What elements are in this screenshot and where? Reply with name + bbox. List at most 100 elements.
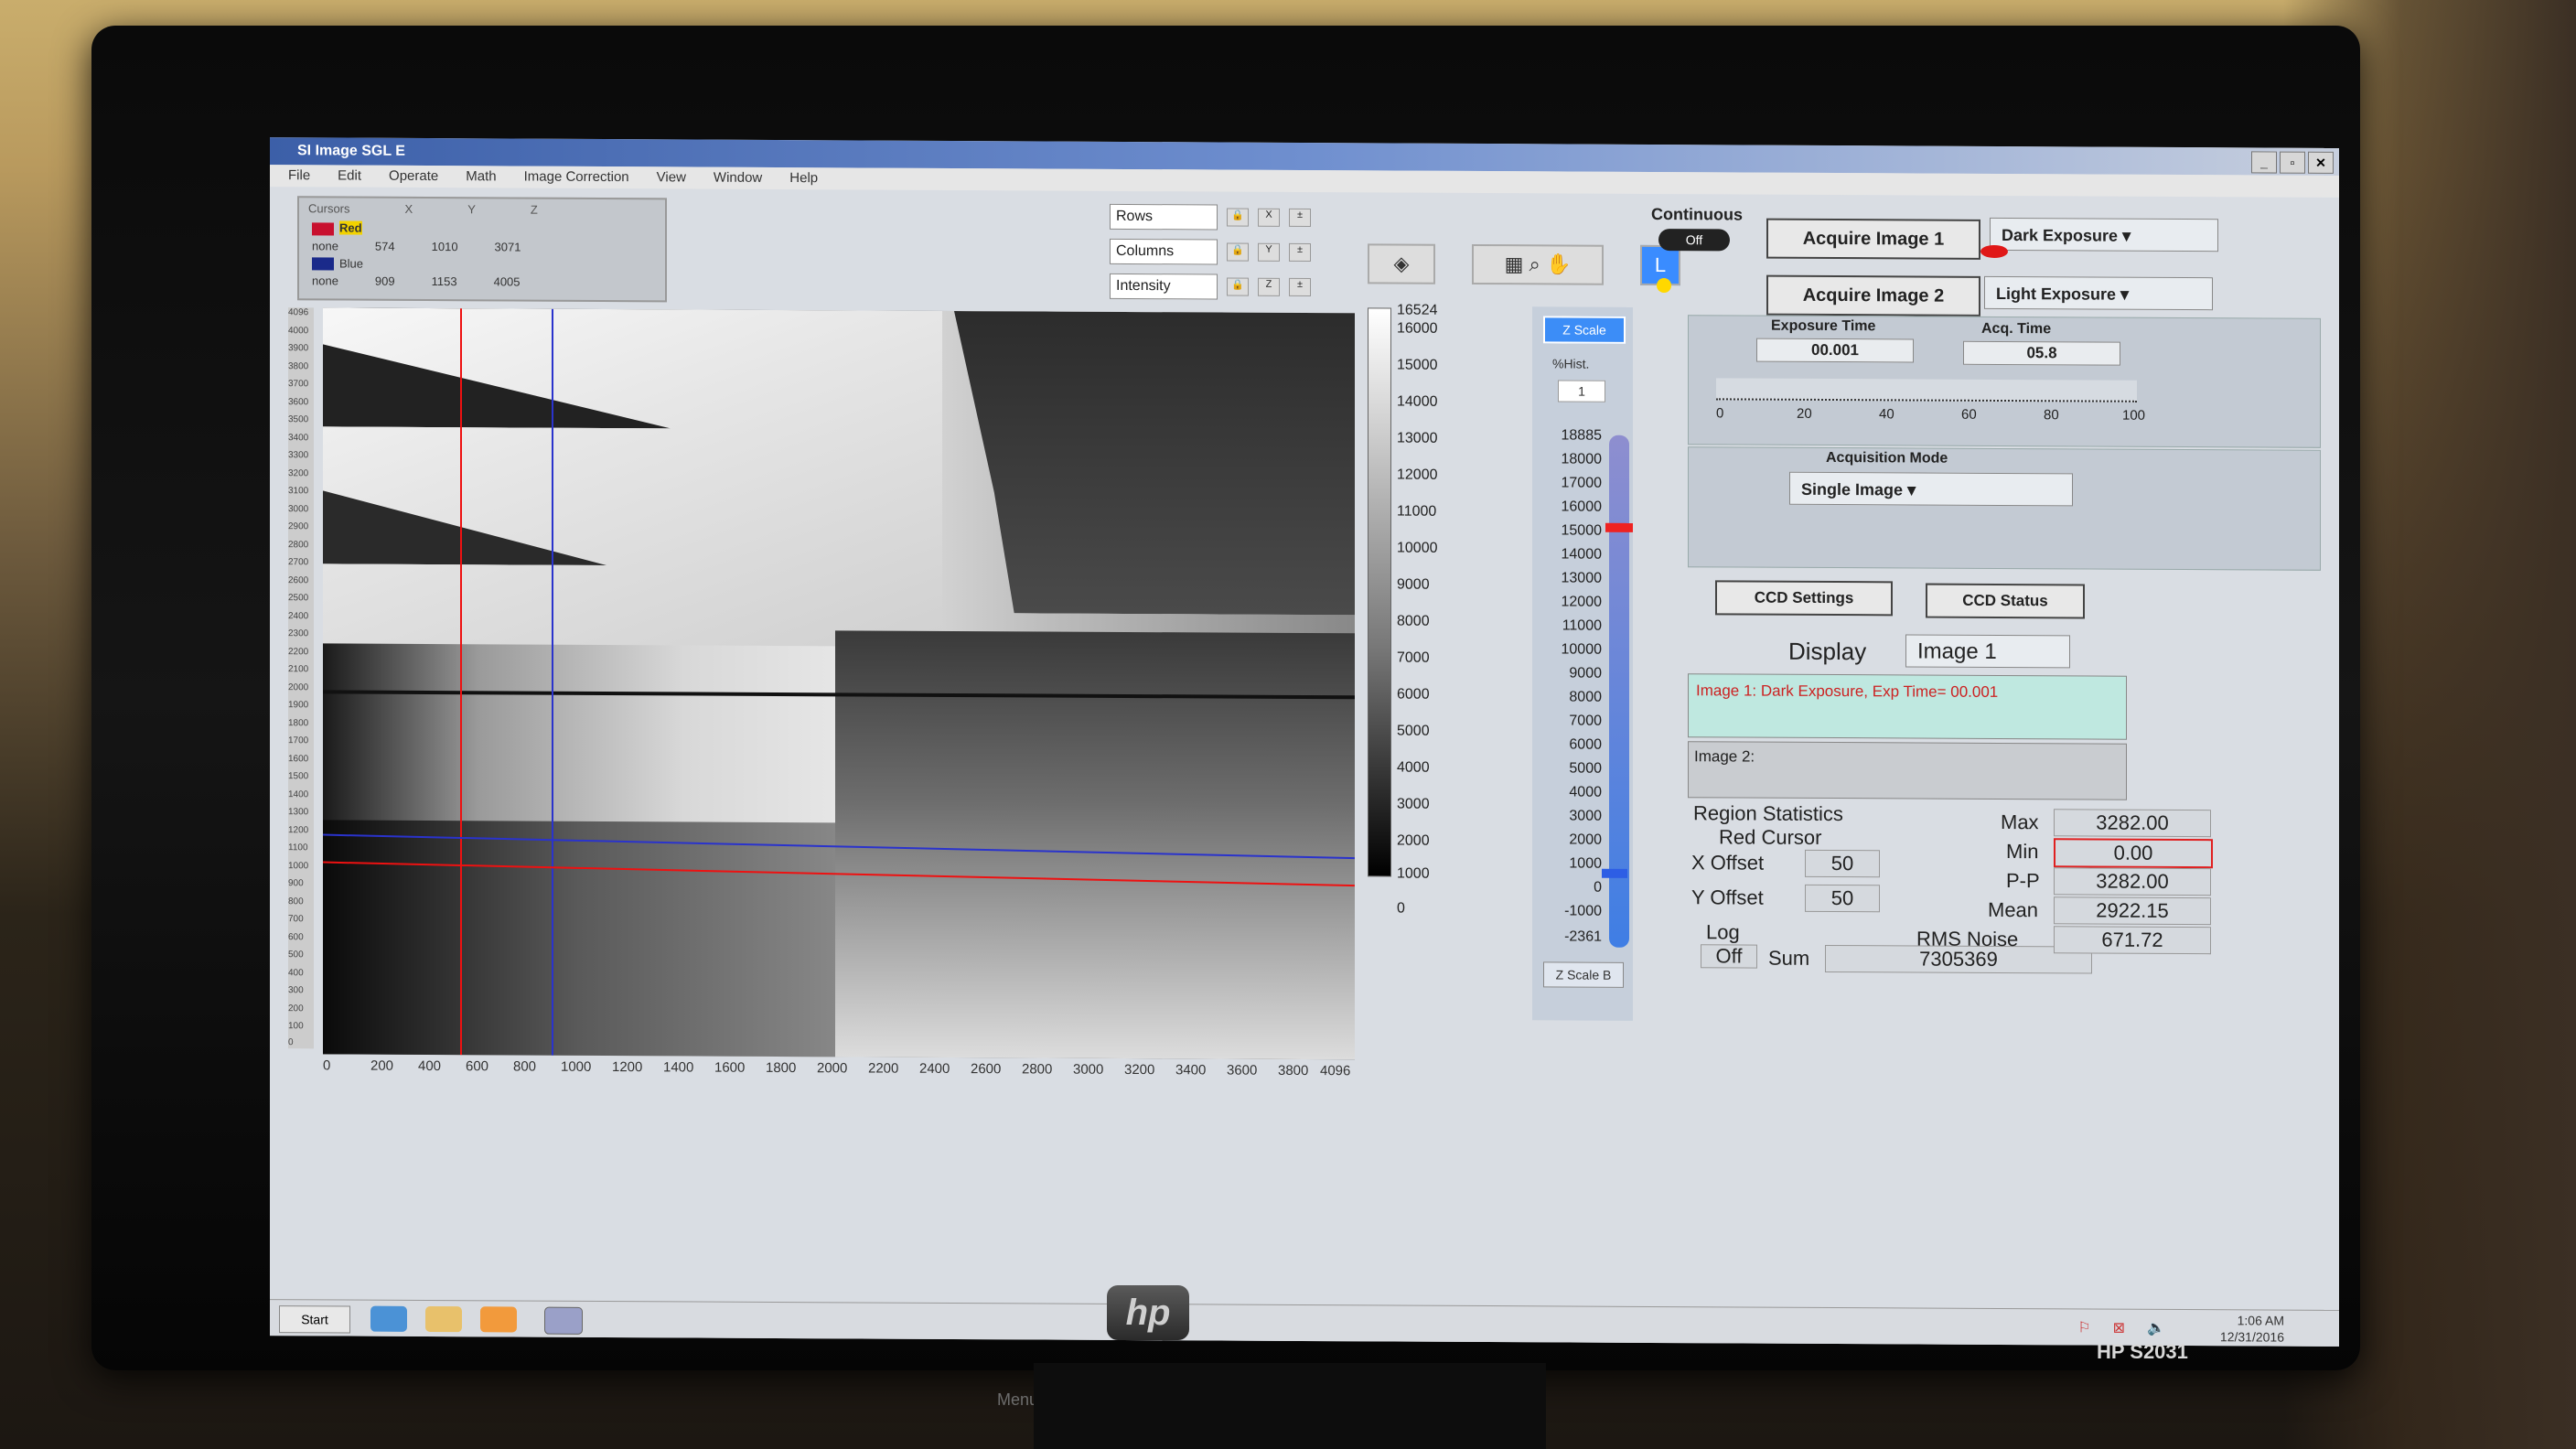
acquire-image-2-button[interactable]: Acquire Image 2	[1766, 274, 1980, 317]
menu-help[interactable]: Help	[789, 167, 818, 189]
menu-hw-button[interactable]: Menu	[997, 1390, 1038, 1410]
columns-line: Columns 🔒 Y ±	[1110, 238, 1329, 265]
cursor-name-red: Red	[339, 220, 362, 235]
gray-tick: 9000	[1397, 576, 1430, 593]
light-exposure-label: Light Exposure	[1996, 284, 2117, 304]
y-tick: 2500	[288, 593, 309, 604]
z-tick: -2361	[1564, 928, 1602, 945]
zscale-min-handle[interactable]	[1602, 868, 1627, 878]
header-x: X	[404, 201, 413, 216]
x-tick: 2000	[817, 1060, 848, 1077]
hist-value[interactable]: 1	[1558, 380, 1605, 402]
exposure-time-field[interactable]: 00.001	[1756, 338, 1914, 363]
cursor-mode-red: none	[312, 238, 338, 253]
hist-label: %Hist.	[1552, 356, 1590, 371]
image-dark-shape	[954, 311, 1355, 615]
cursor-table-header: Cursors X Y Z	[299, 198, 665, 220]
control-panel: Continuous Off Acquire Image 1 Acquire I…	[1642, 198, 2321, 1116]
lock-icon[interactable]: 🔒	[1227, 208, 1249, 227]
ccd-status-button[interactable]: CCD Status	[1926, 583, 2085, 619]
display-select[interactable]: Image 1	[1905, 634, 2070, 669]
menu-view[interactable]: View	[657, 166, 686, 188]
explorer-icon[interactable]	[425, 1305, 462, 1333]
z-tick: 4000	[1569, 784, 1602, 800]
zscale-button[interactable]: Z Scale	[1543, 316, 1626, 344]
columns-field[interactable]: Columns	[1110, 238, 1218, 265]
clock-time: 1:06 AM	[2237, 1313, 2284, 1328]
cursor-name: Red	[312, 220, 362, 236]
x-tick: 1600	[714, 1059, 746, 1076]
graph-tools-icon[interactable]: ▦ ⌕ ✋	[1472, 243, 1604, 285]
z-tick: 9000	[1569, 665, 1602, 682]
cursor-name-blue: Blue	[339, 256, 364, 271]
gray-tick: 3000	[1397, 796, 1430, 812]
tray-security-icon[interactable]: ⊠	[2113, 1319, 2125, 1337]
media-player-icon[interactable]	[480, 1306, 517, 1333]
zoom-icon[interactable]: ±	[1289, 242, 1311, 263]
dark-exposure-dropdown[interactable]: Dark Exposure ▾	[1990, 217, 2218, 252]
minimize-button[interactable]: _	[2251, 151, 2277, 174]
menu-math[interactable]: Math	[466, 166, 496, 188]
menu-window[interactable]: Window	[714, 167, 762, 189]
log-toggle[interactable]: Off	[1701, 944, 1757, 969]
menu-edit[interactable]: Edit	[338, 165, 361, 187]
cursor-row-blue[interactable]: Blue	[299, 254, 665, 274]
lock-icon[interactable]: 🔒	[1227, 277, 1249, 296]
x-tick: 1800	[766, 1059, 797, 1077]
maximize-button[interactable]: ▫	[2280, 151, 2305, 174]
close-button[interactable]: ✕	[2308, 151, 2334, 174]
y-tick: 3600	[288, 397, 309, 408]
progress-tick: 0	[1716, 405, 1724, 422]
cursor-x-red: 574	[374, 239, 395, 253]
dark-exposure-label: Dark Exposure	[2002, 225, 2119, 245]
light-exposure-dropdown[interactable]: Light Exposure ▾	[1984, 275, 2213, 311]
acquire-image-1-button[interactable]: Acquire Image 1	[1766, 218, 1980, 260]
ccd-settings-button[interactable]: CCD Settings	[1715, 580, 1893, 617]
menu-file[interactable]: File	[288, 165, 310, 187]
zoom-icon[interactable]: ±	[1289, 208, 1311, 228]
blue-cursor-vertical[interactable]	[552, 308, 553, 1056]
min-label: Min	[2006, 840, 2039, 864]
y-tick: 0	[288, 1037, 294, 1048]
continuous-label: Continuous	[1651, 204, 1743, 224]
pan-diamond-icon[interactable]: ◈	[1368, 243, 1435, 284]
y-tick: 1600	[288, 754, 309, 765]
tray-volume-icon[interactable]: 🔈	[2147, 1319, 2165, 1337]
z-tick: 7000	[1569, 713, 1602, 729]
si-image-taskbar-icon[interactable]	[544, 1306, 583, 1335]
y-offset-field[interactable]: 50	[1805, 884, 1880, 913]
scale-icon[interactable]: Y	[1258, 242, 1280, 262]
continuous-toggle[interactable]: Off	[1658, 229, 1730, 252]
y-tick: 3400	[288, 433, 309, 444]
menu-operate[interactable]: Operate	[389, 166, 438, 188]
acq-mode-dropdown[interactable]: Single Image ▾	[1789, 471, 2073, 507]
image-y-axis: 4096 4000 3900 3800 3700 3600 3500 3400 …	[288, 307, 314, 1049]
gray-tick: 8000	[1397, 613, 1430, 629]
x-tick: 1400	[663, 1059, 694, 1076]
cursor-row-red[interactable]: Red	[299, 219, 665, 239]
scale-icon[interactable]: X	[1258, 208, 1280, 227]
grayscale-labels: 16524 16000 15000 14000 13000 12000 1100…	[1397, 303, 1470, 917]
clock[interactable]: 1:06 AM 12/31/2016	[2220, 1312, 2284, 1345]
y-tick: 3100	[288, 486, 309, 497]
zscale-b-button[interactable]: Z Scale B	[1543, 961, 1624, 988]
start-button[interactable]: Start	[279, 1305, 350, 1334]
scale-icon[interactable]: Z	[1258, 277, 1280, 296]
tray-network-icon[interactable]: ⚐	[2077, 1318, 2090, 1336]
y-tick: 200	[288, 1004, 304, 1014]
browser-icon[interactable]	[370, 1305, 407, 1332]
lock-icon[interactable]: 🔒	[1227, 242, 1249, 262]
x-tick: 800	[513, 1058, 537, 1075]
clock-date: 12/31/2016	[2219, 1329, 2284, 1345]
cursor-x-blue: 909	[374, 274, 395, 288]
rms-value: 671.72	[2054, 926, 2211, 955]
zoom-icon[interactable]: ±	[1289, 277, 1311, 297]
intensity-field[interactable]: Intensity	[1110, 273, 1218, 300]
red-cursor-vertical[interactable]	[460, 308, 462, 1056]
zscale-max-handle[interactable]	[1605, 522, 1633, 532]
ccd-image[interactable]	[323, 307, 1355, 1060]
x-offset-field[interactable]: 50	[1805, 849, 1880, 878]
rows-field[interactable]: Rows	[1110, 203, 1218, 231]
image2-message: Image 2:	[1688, 741, 2127, 800]
menu-image-correction[interactable]: Image Correction	[524, 166, 629, 189]
